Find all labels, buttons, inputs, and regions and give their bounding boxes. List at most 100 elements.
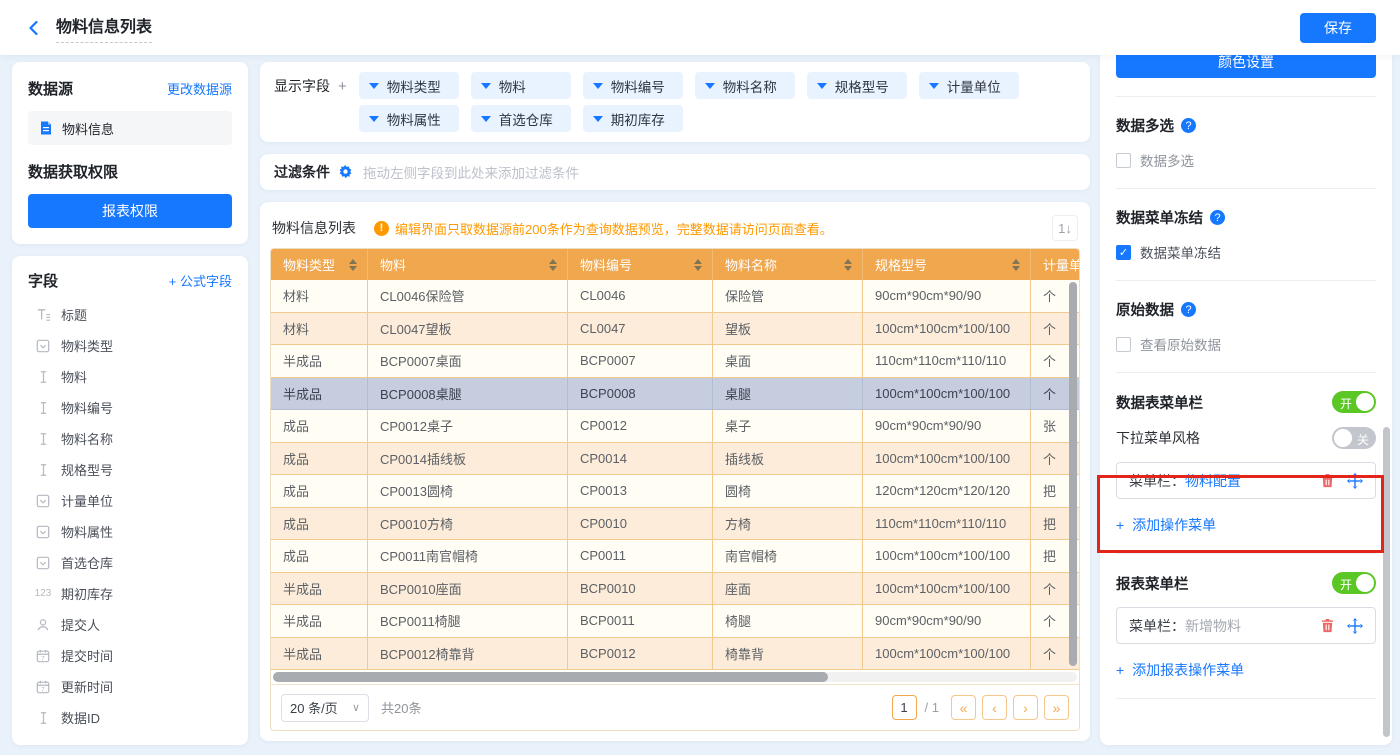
page-title: 物料信息列表 xyxy=(56,13,152,43)
table-menu-toggle[interactable]: 开 xyxy=(1332,391,1376,413)
field-item[interactable]: 物料编号 xyxy=(28,392,232,423)
column-header[interactable]: 物料类型 xyxy=(271,249,368,280)
sort-icons[interactable] xyxy=(694,259,702,271)
menu-item-value[interactable]: 新增物料 xyxy=(1185,616,1241,636)
checkbox-unchecked[interactable] xyxy=(1116,153,1131,168)
table-row[interactable]: 材料CL0047望板CL0047望板100cm*100cm*100/100个 xyxy=(271,313,1080,346)
multi-select-checkbox-row[interactable]: 数据多选 xyxy=(1116,150,1376,170)
field-item-label: 计量单位 xyxy=(61,491,113,510)
dropdown-style-toggle[interactable]: 关 xyxy=(1332,427,1376,449)
add-action-menu-link[interactable]: + 添加操作菜单 xyxy=(1116,515,1376,535)
back-button[interactable] xyxy=(24,18,44,38)
table-row[interactable]: 材料CL0046保险管CL0046保险管90cm*90cm*90/90个 xyxy=(271,280,1080,313)
prev-page-button[interactable]: ‹ xyxy=(982,695,1007,720)
sort-icons[interactable] xyxy=(349,259,357,271)
text-field-icon xyxy=(37,401,50,415)
help-icon[interactable]: ? xyxy=(1181,118,1196,133)
field-item[interactable]: 物料属性 xyxy=(28,516,232,547)
display-field-chip[interactable]: 首选仓库 xyxy=(471,105,571,132)
delete-icon[interactable] xyxy=(1319,618,1335,634)
settings-scrollbar[interactable] xyxy=(1383,427,1390,737)
change-datasource-link[interactable]: 更改数据源 xyxy=(167,79,232,98)
column-header[interactable]: 物料 xyxy=(368,249,568,280)
table-cell: 半成品 xyxy=(271,573,368,606)
table-cell: 半成品 xyxy=(271,345,368,378)
report-permission-button[interactable]: 报表权限 xyxy=(28,194,232,228)
table-row[interactable]: 成品CP0012桌子CP0012桌子90cm*90cm*90/90张 xyxy=(271,410,1080,443)
table-cell: CP0011 xyxy=(568,540,713,573)
next-page-button[interactable]: › xyxy=(1013,695,1038,720)
gear-icon[interactable] xyxy=(338,165,353,180)
help-icon[interactable]: ? xyxy=(1210,210,1225,225)
move-icon[interactable] xyxy=(1347,473,1363,489)
field-item[interactable]: 规格型号 xyxy=(28,454,232,485)
horizontal-scrollbar-track[interactable] xyxy=(273,672,1077,682)
field-item[interactable]: 7提交时间 xyxy=(28,640,232,671)
table-row[interactable]: 成品CP0013圆椅CP0013圆椅120cm*120cm*120/120把 xyxy=(271,475,1080,508)
add-action-menu-label: 添加操作菜单 xyxy=(1132,515,1216,535)
field-item[interactable]: 物料名称 xyxy=(28,423,232,454)
add-report-action-menu-link[interactable]: + 添加报表操作菜单 xyxy=(1116,660,1376,680)
sort-icons[interactable] xyxy=(549,259,557,271)
sort-icons[interactable] xyxy=(844,259,852,271)
column-header[interactable]: 规格型号 xyxy=(863,249,1031,280)
report-menu-toggle[interactable]: 开 xyxy=(1332,572,1376,594)
help-icon[interactable]: ? xyxy=(1181,302,1196,317)
table-row[interactable]: 成品CP0011南官帽椅CP0011南官帽椅100cm*100cm*100/10… xyxy=(271,540,1080,573)
field-item[interactable]: 数据ID xyxy=(28,702,232,733)
field-item[interactable]: 提交人 xyxy=(28,609,232,640)
delete-icon[interactable] xyxy=(1319,473,1335,489)
sort-tool-button[interactable]: 1↓ xyxy=(1052,215,1078,241)
checkbox-checked[interactable]: ✓ xyxy=(1116,245,1131,260)
column-header[interactable]: 计量单位 xyxy=(1031,249,1080,280)
table-row[interactable]: 成品CP0014插线板CP0014插线板100cm*100cm*100/100个 xyxy=(271,443,1080,476)
checkbox-unchecked[interactable] xyxy=(1116,337,1131,352)
last-page-button[interactable]: » xyxy=(1044,695,1069,720)
table-row[interactable]: 半成品BCP0010座面BCP0010座面100cm*100cm*100/100… xyxy=(271,573,1080,606)
display-field-chip[interactable]: 物料属性 xyxy=(359,105,459,132)
field-item[interactable]: 7更新时间 xyxy=(28,671,232,702)
field-item[interactable]: 123期初库存 xyxy=(28,578,232,609)
save-button[interactable]: 保存 xyxy=(1300,13,1376,43)
field-item[interactable]: 标题 xyxy=(28,299,232,330)
datasource-item[interactable]: 物料信息 xyxy=(28,111,232,145)
display-field-chip[interactable]: 物料名称 xyxy=(695,72,795,99)
menu-freeze-checkbox-row[interactable]: ✓ 数据菜单冻结 xyxy=(1116,242,1376,262)
page-size-select[interactable]: 20 条/页 ∨ xyxy=(281,694,369,722)
display-field-chip[interactable]: 期初库存 xyxy=(583,105,683,132)
move-icon[interactable] xyxy=(1347,618,1363,634)
formula-field-link[interactable]: + 公式字段 xyxy=(169,271,232,290)
table-row[interactable]: 半成品BCP0007桌面BCP0007桌面110cm*110cm*110/110… xyxy=(271,345,1080,378)
horizontal-scrollbar-thumb[interactable] xyxy=(273,672,828,682)
first-page-button[interactable]: « xyxy=(951,695,976,720)
display-field-chip[interactable]: 物料编号 xyxy=(583,72,683,99)
display-field-chip[interactable]: 物料 xyxy=(471,72,571,99)
display-field-chip[interactable]: 规格型号 xyxy=(807,72,907,99)
table-row[interactable]: 半成品BCP0011椅腿BCP0011椅腿90cm*90cm*90/90个 xyxy=(271,605,1080,638)
field-item[interactable]: 物料类型 xyxy=(28,330,232,361)
field-item[interactable]: 首选仓库 xyxy=(28,547,232,578)
display-field-chip[interactable]: 计量单位 xyxy=(919,72,1019,99)
divider xyxy=(1116,553,1376,554)
filter-panel[interactable]: 过滤条件 拖动左侧字段到此处来添加过滤条件 xyxy=(260,154,1090,190)
sort-icons[interactable] xyxy=(1012,259,1020,271)
field-item[interactable]: 物料 xyxy=(28,361,232,392)
current-page-box[interactable]: 1 xyxy=(892,695,917,720)
column-header[interactable]: 物料名称 xyxy=(713,249,863,280)
column-header[interactable]: 物料编号 xyxy=(568,249,713,280)
table-cell: 桌子 xyxy=(713,410,863,443)
color-settings-button[interactable]: 颜色设置 xyxy=(1116,55,1376,78)
report-menu-item[interactable]: 菜单栏： 新增物料 xyxy=(1116,607,1376,644)
table-menu-item[interactable]: 菜单栏： 物料配置 xyxy=(1116,462,1376,499)
table-row[interactable]: 成品CP0010方椅CP0010方椅110cm*110cm*110/110把 xyxy=(271,508,1080,541)
add-display-field-button[interactable]: + xyxy=(338,78,347,95)
table-row[interactable]: 半成品BCP0012椅靠背BCP0012椅靠背100cm*100cm*100/1… xyxy=(271,638,1080,671)
table-row[interactable]: 半成品BCP0008桌腿BCP0008桌腿100cm*100cm*100/100… xyxy=(271,378,1080,411)
vertical-scrollbar[interactable] xyxy=(1069,282,1077,666)
display-fields-panel: 显示字段 + 物料类型物料物料编号物料名称规格型号计量单位物料属性首选仓库期初库… xyxy=(260,62,1090,142)
field-item[interactable]: 计量单位 xyxy=(28,485,232,516)
menu-item-value[interactable]: 物料配置 xyxy=(1185,471,1241,491)
raw-data-checkbox-row[interactable]: 查看原始数据 xyxy=(1116,334,1376,354)
table-cell: 椅腿 xyxy=(713,605,863,638)
display-field-chip[interactable]: 物料类型 xyxy=(359,72,459,99)
